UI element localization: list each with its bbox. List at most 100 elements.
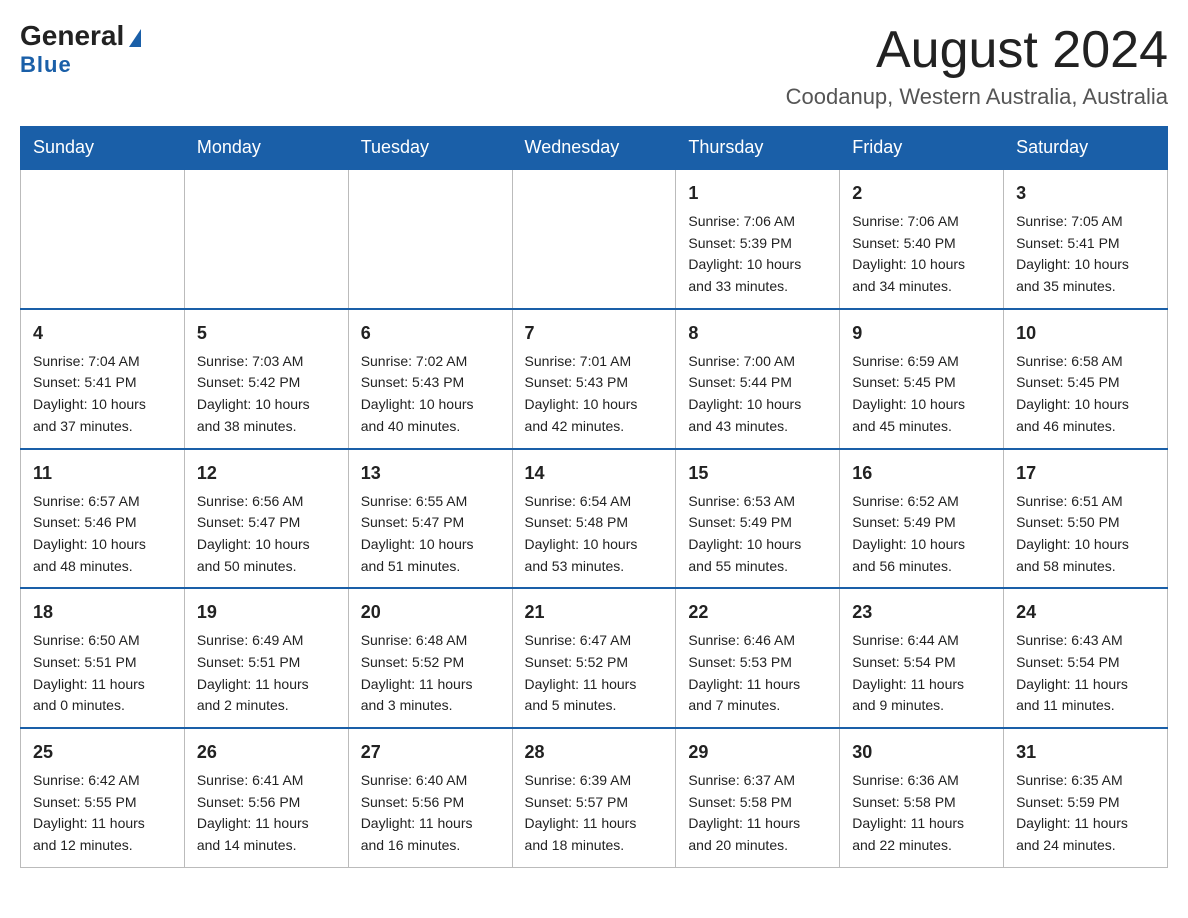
calendar-day: [348, 169, 512, 309]
day-number: 31: [1016, 739, 1155, 766]
day-number: 21: [525, 599, 664, 626]
calendar-day: 5 Sunrise: 7:03 AMSunset: 5:42 PMDayligh…: [184, 309, 348, 449]
calendar-day: 1 Sunrise: 7:06 AMSunset: 5:39 PMDayligh…: [676, 169, 840, 309]
calendar-day: 22 Sunrise: 6:46 AMSunset: 5:53 PMDaylig…: [676, 588, 840, 728]
calendar-day: 13 Sunrise: 6:55 AMSunset: 5:47 PMDaylig…: [348, 449, 512, 589]
day-number: 10: [1016, 320, 1155, 347]
location-title: Coodanup, Western Australia, Australia: [786, 84, 1168, 110]
day-info: Sunrise: 6:48 AMSunset: 5:52 PMDaylight:…: [361, 632, 473, 713]
day-info: Sunrise: 6:42 AMSunset: 5:55 PMDaylight:…: [33, 772, 145, 853]
day-info: Sunrise: 6:52 AMSunset: 5:49 PMDaylight:…: [852, 493, 965, 574]
calendar-day: 29 Sunrise: 6:37 AMSunset: 5:58 PMDaylig…: [676, 728, 840, 867]
calendar-week-1: 1 Sunrise: 7:06 AMSunset: 5:39 PMDayligh…: [21, 169, 1168, 309]
logo: General Blue: [20, 20, 141, 78]
day-number: 28: [525, 739, 664, 766]
day-number: 20: [361, 599, 500, 626]
day-info: Sunrise: 7:06 AMSunset: 5:39 PMDaylight:…: [688, 213, 801, 294]
calendar-week-5: 25 Sunrise: 6:42 AMSunset: 5:55 PMDaylig…: [21, 728, 1168, 867]
calendar-day: 16 Sunrise: 6:52 AMSunset: 5:49 PMDaylig…: [840, 449, 1004, 589]
calendar-day: 30 Sunrise: 6:36 AMSunset: 5:58 PMDaylig…: [840, 728, 1004, 867]
calendar-day: 27 Sunrise: 6:40 AMSunset: 5:56 PMDaylig…: [348, 728, 512, 867]
logo-triangle-icon: [129, 29, 141, 47]
calendar-day: 4 Sunrise: 7:04 AMSunset: 5:41 PMDayligh…: [21, 309, 185, 449]
day-info: Sunrise: 6:36 AMSunset: 5:58 PMDaylight:…: [852, 772, 964, 853]
calendar-week-2: 4 Sunrise: 7:04 AMSunset: 5:41 PMDayligh…: [21, 309, 1168, 449]
calendar-day: 18 Sunrise: 6:50 AMSunset: 5:51 PMDaylig…: [21, 588, 185, 728]
day-number: 2: [852, 180, 991, 207]
day-info: Sunrise: 6:53 AMSunset: 5:49 PMDaylight:…: [688, 493, 801, 574]
day-number: 23: [852, 599, 991, 626]
day-info: Sunrise: 6:49 AMSunset: 5:51 PMDaylight:…: [197, 632, 309, 713]
day-info: Sunrise: 6:59 AMSunset: 5:45 PMDaylight:…: [852, 353, 965, 434]
calendar-day: [21, 169, 185, 309]
calendar-day: 15 Sunrise: 6:53 AMSunset: 5:49 PMDaylig…: [676, 449, 840, 589]
day-number: 24: [1016, 599, 1155, 626]
day-info: Sunrise: 7:02 AMSunset: 5:43 PMDaylight:…: [361, 353, 474, 434]
day-number: 14: [525, 460, 664, 487]
calendar-day: 9 Sunrise: 6:59 AMSunset: 5:45 PMDayligh…: [840, 309, 1004, 449]
day-number: 30: [852, 739, 991, 766]
day-number: 13: [361, 460, 500, 487]
calendar-day: 25 Sunrise: 6:42 AMSunset: 5:55 PMDaylig…: [21, 728, 185, 867]
header-tuesday: Tuesday: [348, 127, 512, 170]
day-number: 25: [33, 739, 172, 766]
day-info: Sunrise: 6:44 AMSunset: 5:54 PMDaylight:…: [852, 632, 964, 713]
day-number: 26: [197, 739, 336, 766]
calendar-week-3: 11 Sunrise: 6:57 AMSunset: 5:46 PMDaylig…: [21, 449, 1168, 589]
day-info: Sunrise: 7:00 AMSunset: 5:44 PMDaylight:…: [688, 353, 801, 434]
header-friday: Friday: [840, 127, 1004, 170]
day-number: 19: [197, 599, 336, 626]
header-thursday: Thursday: [676, 127, 840, 170]
calendar-day: 11 Sunrise: 6:57 AMSunset: 5:46 PMDaylig…: [21, 449, 185, 589]
day-number: 29: [688, 739, 827, 766]
header-saturday: Saturday: [1004, 127, 1168, 170]
day-number: 11: [33, 460, 172, 487]
calendar-day: 17 Sunrise: 6:51 AMSunset: 5:50 PMDaylig…: [1004, 449, 1168, 589]
day-number: 8: [688, 320, 827, 347]
day-number: 18: [33, 599, 172, 626]
calendar-day: 23 Sunrise: 6:44 AMSunset: 5:54 PMDaylig…: [840, 588, 1004, 728]
calendar-day: 10 Sunrise: 6:58 AMSunset: 5:45 PMDaylig…: [1004, 309, 1168, 449]
header-sunday: Sunday: [21, 127, 185, 170]
day-info: Sunrise: 6:47 AMSunset: 5:52 PMDaylight:…: [525, 632, 637, 713]
day-info: Sunrise: 7:03 AMSunset: 5:42 PMDaylight:…: [197, 353, 310, 434]
day-info: Sunrise: 7:01 AMSunset: 5:43 PMDaylight:…: [525, 353, 638, 434]
day-number: 17: [1016, 460, 1155, 487]
calendar-day: 20 Sunrise: 6:48 AMSunset: 5:52 PMDaylig…: [348, 588, 512, 728]
title-area: August 2024 Coodanup, Western Australia,…: [786, 20, 1168, 110]
page-header: General Blue August 2024 Coodanup, Weste…: [20, 20, 1168, 110]
day-info: Sunrise: 6:35 AMSunset: 5:59 PMDaylight:…: [1016, 772, 1128, 853]
day-info: Sunrise: 6:40 AMSunset: 5:56 PMDaylight:…: [361, 772, 473, 853]
calendar-day: 26 Sunrise: 6:41 AMSunset: 5:56 PMDaylig…: [184, 728, 348, 867]
day-info: Sunrise: 6:58 AMSunset: 5:45 PMDaylight:…: [1016, 353, 1129, 434]
day-number: 4: [33, 320, 172, 347]
day-info: Sunrise: 6:37 AMSunset: 5:58 PMDaylight:…: [688, 772, 800, 853]
day-info: Sunrise: 6:50 AMSunset: 5:51 PMDaylight:…: [33, 632, 145, 713]
day-info: Sunrise: 6:39 AMSunset: 5:57 PMDaylight:…: [525, 772, 637, 853]
day-info: Sunrise: 6:54 AMSunset: 5:48 PMDaylight:…: [525, 493, 638, 574]
day-info: Sunrise: 7:04 AMSunset: 5:41 PMDaylight:…: [33, 353, 146, 434]
day-info: Sunrise: 6:43 AMSunset: 5:54 PMDaylight:…: [1016, 632, 1128, 713]
day-info: Sunrise: 6:55 AMSunset: 5:47 PMDaylight:…: [361, 493, 474, 574]
calendar-day: [184, 169, 348, 309]
month-title: August 2024: [786, 20, 1168, 80]
calendar-day: 3 Sunrise: 7:05 AMSunset: 5:41 PMDayligh…: [1004, 169, 1168, 309]
calendar-header-row: Sunday Monday Tuesday Wednesday Thursday…: [21, 127, 1168, 170]
day-info: Sunrise: 6:56 AMSunset: 5:47 PMDaylight:…: [197, 493, 310, 574]
day-number: 1: [688, 180, 827, 207]
calendar-day: 31 Sunrise: 6:35 AMSunset: 5:59 PMDaylig…: [1004, 728, 1168, 867]
day-number: 22: [688, 599, 827, 626]
calendar-day: 28 Sunrise: 6:39 AMSunset: 5:57 PMDaylig…: [512, 728, 676, 867]
calendar-day: 24 Sunrise: 6:43 AMSunset: 5:54 PMDaylig…: [1004, 588, 1168, 728]
calendar-day: 19 Sunrise: 6:49 AMSunset: 5:51 PMDaylig…: [184, 588, 348, 728]
logo-blue-text: Blue: [20, 52, 72, 78]
calendar-day: 8 Sunrise: 7:00 AMSunset: 5:44 PMDayligh…: [676, 309, 840, 449]
header-wednesday: Wednesday: [512, 127, 676, 170]
day-number: 5: [197, 320, 336, 347]
day-info: Sunrise: 6:46 AMSunset: 5:53 PMDaylight:…: [688, 632, 800, 713]
calendar-day: 12 Sunrise: 6:56 AMSunset: 5:47 PMDaylig…: [184, 449, 348, 589]
day-number: 12: [197, 460, 336, 487]
calendar-day: 14 Sunrise: 6:54 AMSunset: 5:48 PMDaylig…: [512, 449, 676, 589]
day-number: 16: [852, 460, 991, 487]
day-info: Sunrise: 6:41 AMSunset: 5:56 PMDaylight:…: [197, 772, 309, 853]
